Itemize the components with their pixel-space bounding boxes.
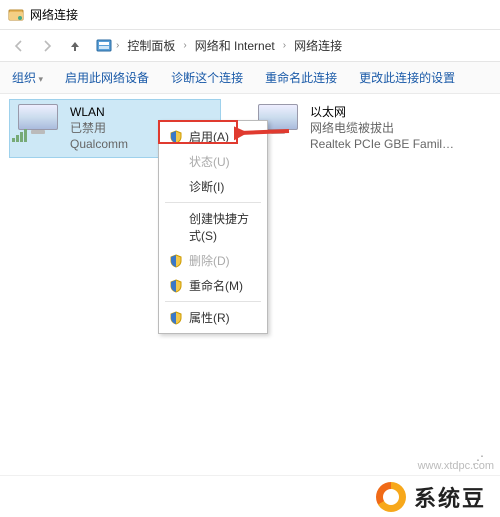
- shield-icon: [169, 311, 183, 325]
- ctx-label: 创建快捷方式(S): [189, 210, 257, 244]
- adapter-text: 以太网 网络电缆被拔出 Realtek PCIe GBE Family...: [310, 104, 456, 153]
- ctx-create-shortcut[interactable]: 创建快捷方式(S): [159, 206, 267, 248]
- rename-button[interactable]: 重命名此连接: [265, 69, 337, 86]
- forward-button[interactable]: [36, 35, 58, 57]
- footer: 系统豆: [0, 475, 500, 517]
- breadcrumb-item[interactable]: 控制面板: [123, 35, 179, 56]
- ctx-label: 诊断(I): [189, 178, 224, 195]
- adapter-vendor: Realtek PCIe GBE Family...: [310, 136, 456, 152]
- ctx-status: 状态(U): [159, 149, 267, 174]
- breadcrumb-sep: ›: [283, 40, 286, 51]
- shield-icon: [169, 254, 183, 268]
- brand-logo-icon: [376, 482, 406, 512]
- adapter-vendor: Qualcomm: [70, 136, 128, 152]
- ctx-label: 启用(A): [189, 128, 229, 145]
- breadcrumb-item[interactable]: 网络和 Internet: [191, 35, 279, 56]
- organize-menu[interactable]: 组织: [12, 69, 43, 86]
- adapter-status: 网络电缆被拔出: [310, 120, 456, 136]
- adapter-name: 以太网: [310, 104, 456, 120]
- window-title: 网络连接: [30, 6, 78, 23]
- ctx-enable[interactable]: 启用(A): [159, 124, 267, 149]
- ctx-properties[interactable]: 属性(R): [159, 305, 267, 330]
- ctx-label: 状态(U): [189, 153, 230, 170]
- back-button[interactable]: [8, 35, 30, 57]
- context-menu: 启用(A) 状态(U) 诊断(I) 创建快捷方式(S) 删除(D) 重命名(M)…: [158, 120, 268, 334]
- enable-device-button[interactable]: 启用此网络设备: [65, 69, 149, 86]
- network-folder-icon: [8, 7, 24, 23]
- diagnose-button[interactable]: 诊断这个连接: [171, 69, 243, 86]
- adapter-status: 已禁用: [70, 120, 128, 136]
- shield-icon: [169, 279, 183, 293]
- ctx-rename[interactable]: 重命名(M): [159, 273, 267, 298]
- watermark: www.xtdpc.com: [418, 460, 494, 472]
- address-bar[interactable]: › 控制面板 › 网络和 Internet › 网络连接: [92, 35, 492, 56]
- ctx-diagnose[interactable]: 诊断(I): [159, 174, 267, 199]
- breadcrumb-sep: ›: [183, 40, 186, 51]
- ctx-separator: [165, 202, 261, 203]
- breadcrumb-item[interactable]: 网络连接: [290, 35, 346, 56]
- ctx-label: 属性(R): [189, 309, 230, 326]
- titlebar: 网络连接: [0, 0, 500, 30]
- navbar: › 控制面板 › 网络和 Internet › 网络连接: [0, 30, 500, 62]
- toolbar: 组织 启用此网络设备 诊断这个连接 重命名此连接 更改此连接的设置: [0, 62, 500, 94]
- control-panel-icon: [96, 38, 112, 54]
- ctx-label: 重命名(M): [189, 277, 243, 294]
- shield-icon: [169, 130, 183, 144]
- wlan-adapter-icon: [14, 104, 62, 140]
- ctx-label: 删除(D): [189, 252, 230, 269]
- ctx-delete: 删除(D): [159, 248, 267, 273]
- adapter-name: WLAN: [70, 104, 128, 120]
- change-settings-button[interactable]: 更改此连接的设置: [359, 69, 455, 86]
- adapter-text: WLAN 已禁用 Qualcomm: [70, 104, 128, 153]
- adapter-ethernet[interactable]: 以太网 网络电缆被拔出 Realtek PCIe GBE Family...: [250, 100, 460, 157]
- brand-name: 系统豆: [414, 481, 486, 513]
- up-button[interactable]: [64, 35, 86, 57]
- ctx-separator: [165, 301, 261, 302]
- breadcrumb-sep: ›: [116, 40, 119, 51]
